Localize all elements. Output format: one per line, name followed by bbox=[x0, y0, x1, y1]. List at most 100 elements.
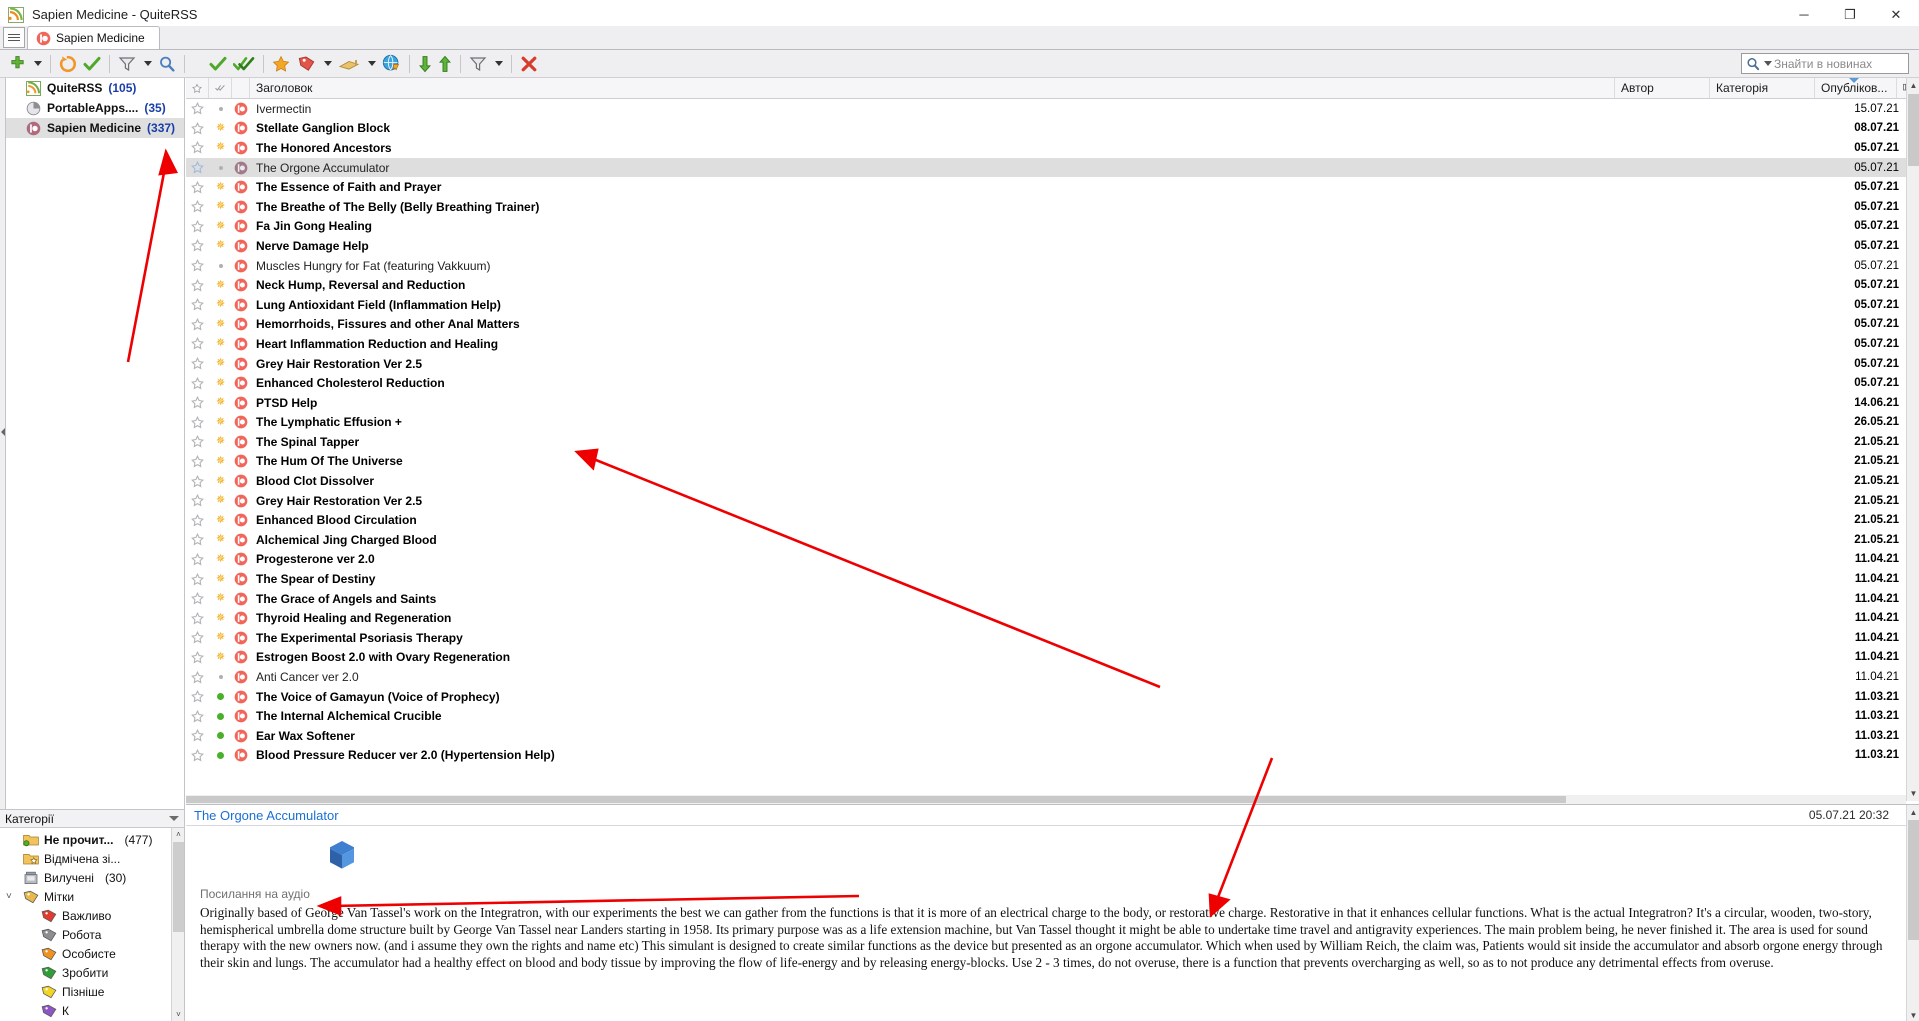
category-item[interactable]: Важливо bbox=[0, 906, 184, 925]
news-row[interactable]: ✵ Enhanced Blood Circulation 21.05.21 bbox=[186, 510, 1919, 530]
next-unread-button[interactable] bbox=[415, 51, 435, 77]
row-star-toggle[interactable] bbox=[186, 200, 209, 213]
news-row-title[interactable]: Alchemical Jing Charged Blood bbox=[250, 533, 1615, 547]
row-read-toggle[interactable]: ✵ bbox=[209, 220, 232, 231]
news-row-title[interactable]: Thyroid Healing and Regeneration bbox=[250, 611, 1615, 625]
category-item[interactable]: Робота bbox=[0, 925, 184, 944]
scroll-down-icon[interactable]: ▼ bbox=[1907, 786, 1919, 801]
news-row[interactable]: ✵ Hemorrhoids, Fissures and other Anal Ma… bbox=[186, 315, 1919, 335]
news-row-title[interactable]: The Hum Of The Universe bbox=[250, 454, 1615, 468]
news-filter-dropdown[interactable] bbox=[490, 51, 506, 77]
add-feed-button[interactable] bbox=[6, 51, 29, 77]
row-star-toggle[interactable] bbox=[186, 102, 209, 115]
row-read-toggle[interactable]: ✵ bbox=[209, 632, 232, 643]
column-header-published[interactable]: Опубліков... bbox=[1815, 78, 1897, 98]
news-row[interactable]: ✵ Progesterone ver 2.0 11.04.21 bbox=[186, 550, 1919, 570]
feed-item-sapien-medicine[interactable]: Sapien Medicine (337) bbox=[6, 118, 184, 138]
row-read-toggle[interactable] bbox=[209, 106, 232, 111]
row-read-toggle[interactable]: ✵ bbox=[209, 201, 232, 212]
news-row-title[interactable]: The Experimental Psoriasis Therapy bbox=[250, 631, 1615, 645]
row-read-toggle[interactable] bbox=[209, 263, 232, 268]
row-star-toggle[interactable] bbox=[186, 121, 209, 135]
row-star-toggle[interactable] bbox=[186, 396, 209, 409]
row-star-toggle[interactable] bbox=[186, 670, 209, 684]
scroll-up-icon[interactable]: ˄ bbox=[172, 828, 184, 841]
news-row[interactable]: ✵ Alchemical Jing Charged Blood 21.05.21 bbox=[186, 530, 1919, 550]
news-row[interactable]: ✵ The Hum Of The Universe 21.05.21 bbox=[186, 452, 1919, 472]
column-header-title[interactable]: Заголовок bbox=[250, 78, 1615, 98]
row-star-toggle[interactable] bbox=[186, 259, 209, 272]
scroll-down-icon[interactable]: ▼ bbox=[1907, 1008, 1919, 1021]
row-star-toggle[interactable] bbox=[186, 709, 209, 723]
news-row-title[interactable]: The Orgone Accumulator bbox=[250, 161, 1615, 175]
news-list-hscrollbar[interactable] bbox=[186, 795, 1906, 804]
news-row[interactable]: ✵ The Spinal Tapper 21.05.21 bbox=[186, 432, 1919, 452]
news-row-title[interactable]: The Lymphatic Effusion + bbox=[250, 415, 1615, 429]
row-read-toggle[interactable] bbox=[209, 675, 232, 680]
feed-filter-button[interactable] bbox=[115, 51, 139, 77]
update-feed-button[interactable] bbox=[56, 51, 80, 77]
news-row-title[interactable]: The Spear of Destiny bbox=[250, 572, 1615, 586]
news-row-title[interactable]: Blood Clot Dissolver bbox=[250, 474, 1615, 488]
category-item[interactable]: Особисте bbox=[0, 944, 184, 963]
row-read-toggle[interactable]: ✵ bbox=[209, 142, 232, 153]
news-row[interactable]: ✵ The Honored Ancestors 05.07.21 bbox=[186, 138, 1919, 158]
news-row[interactable]: ✵ Grey Hair Restoration Ver 2.5 21.05.21 bbox=[186, 491, 1919, 511]
scroll-up-icon[interactable]: ▲ bbox=[1907, 78, 1919, 93]
row-read-toggle[interactable]: ✵ bbox=[209, 358, 232, 369]
hscrollbar-thumb[interactable] bbox=[186, 796, 1566, 803]
news-row-title[interactable]: Progesterone ver 2.0 bbox=[250, 552, 1615, 566]
news-row-title[interactable]: Hemorrhoids, Fissures and other Anal Mat… bbox=[250, 317, 1615, 331]
news-row[interactable]: ✵ The Essence of Faith and Prayer 05.07.21 bbox=[186, 177, 1919, 197]
category-item[interactable]: Пізніше bbox=[0, 982, 184, 1001]
news-row[interactable]: ✵ Enhanced Cholesterol Reduction 05.07.21 bbox=[186, 373, 1919, 393]
row-star-toggle[interactable] bbox=[186, 729, 209, 742]
news-row-title[interactable]: Enhanced Cholesterol Reduction bbox=[250, 376, 1615, 390]
star-button[interactable] bbox=[269, 51, 293, 77]
row-star-toggle[interactable] bbox=[186, 748, 209, 762]
news-row[interactable]: Ivermectin 15.07.21 bbox=[186, 99, 1919, 119]
row-star-toggle[interactable] bbox=[186, 180, 209, 194]
news-row[interactable]: The Internal Alchemical Crucible 11.03.21 bbox=[186, 706, 1919, 726]
news-row-title[interactable]: Enhanced Blood Circulation bbox=[250, 513, 1615, 527]
column-header-read[interactable] bbox=[209, 78, 232, 98]
row-star-toggle[interactable] bbox=[186, 592, 209, 605]
row-read-toggle[interactable]: ✵ bbox=[209, 495, 232, 506]
category-item[interactable]: Не прочит... (477) bbox=[0, 830, 184, 849]
scroll-up-icon[interactable]: ▲ bbox=[1907, 805, 1919, 819]
row-star-toggle[interactable] bbox=[186, 552, 209, 566]
preview-title[interactable]: The Orgone Accumulator bbox=[194, 808, 339, 823]
chevron-down-icon[interactable] bbox=[169, 816, 179, 821]
share-dropdown[interactable] bbox=[363, 51, 379, 77]
categories-header[interactable]: Категорії bbox=[0, 810, 184, 828]
scrollbar-thumb[interactable] bbox=[173, 842, 184, 932]
label-dropdown[interactable] bbox=[319, 51, 335, 77]
row-star-toggle[interactable] bbox=[186, 337, 209, 350]
mark-read-button[interactable] bbox=[206, 51, 230, 77]
news-row[interactable]: ✵ Grey Hair Restoration Ver 2.5 05.07.21 bbox=[186, 354, 1919, 374]
news-row-title[interactable]: Neck Hump, Reversal and Reduction bbox=[250, 278, 1615, 292]
news-row[interactable]: ✵ Nerve Damage Help 05.07.21 bbox=[186, 236, 1919, 256]
row-star-toggle[interactable] bbox=[186, 239, 209, 252]
feed-item-portableapps[interactable]: PortableApps.... (35) bbox=[6, 98, 184, 118]
prev-unread-button[interactable] bbox=[435, 51, 455, 77]
preview-scrollbar[interactable]: ▲ ▼ bbox=[1906, 805, 1919, 1021]
find-feed-button[interactable] bbox=[155, 51, 179, 77]
row-star-toggle[interactable] bbox=[186, 298, 209, 311]
category-item[interactable]: Зробити bbox=[0, 963, 184, 982]
scrollbar-thumb[interactable] bbox=[1908, 94, 1919, 166]
news-list-scrollbar[interactable]: ▲ ▼ bbox=[1906, 78, 1919, 801]
row-star-toggle[interactable] bbox=[186, 533, 209, 546]
row-read-toggle[interactable]: ✵ bbox=[209, 299, 232, 310]
news-row[interactable]: ✵ The Spear of Destiny 11.04.21 bbox=[186, 569, 1919, 589]
news-row[interactable]: ✵ The Lymphatic Effusion + 26.05.21 bbox=[186, 413, 1919, 433]
category-item[interactable]: К bbox=[0, 1001, 184, 1020]
news-row-title[interactable]: PTSD Help bbox=[250, 396, 1615, 410]
row-read-toggle[interactable]: ✵ bbox=[209, 377, 232, 388]
row-read-toggle[interactable]: ✵ bbox=[209, 514, 232, 525]
row-read-toggle[interactable]: ✵ bbox=[209, 240, 232, 251]
row-star-toggle[interactable] bbox=[186, 435, 209, 448]
category-item[interactable]: Вилучені (30) bbox=[0, 868, 184, 887]
column-header-icon[interactable] bbox=[232, 78, 250, 98]
news-row[interactable]: ✵ The Breathe of The Belly (Belly Breathi… bbox=[186, 197, 1919, 217]
